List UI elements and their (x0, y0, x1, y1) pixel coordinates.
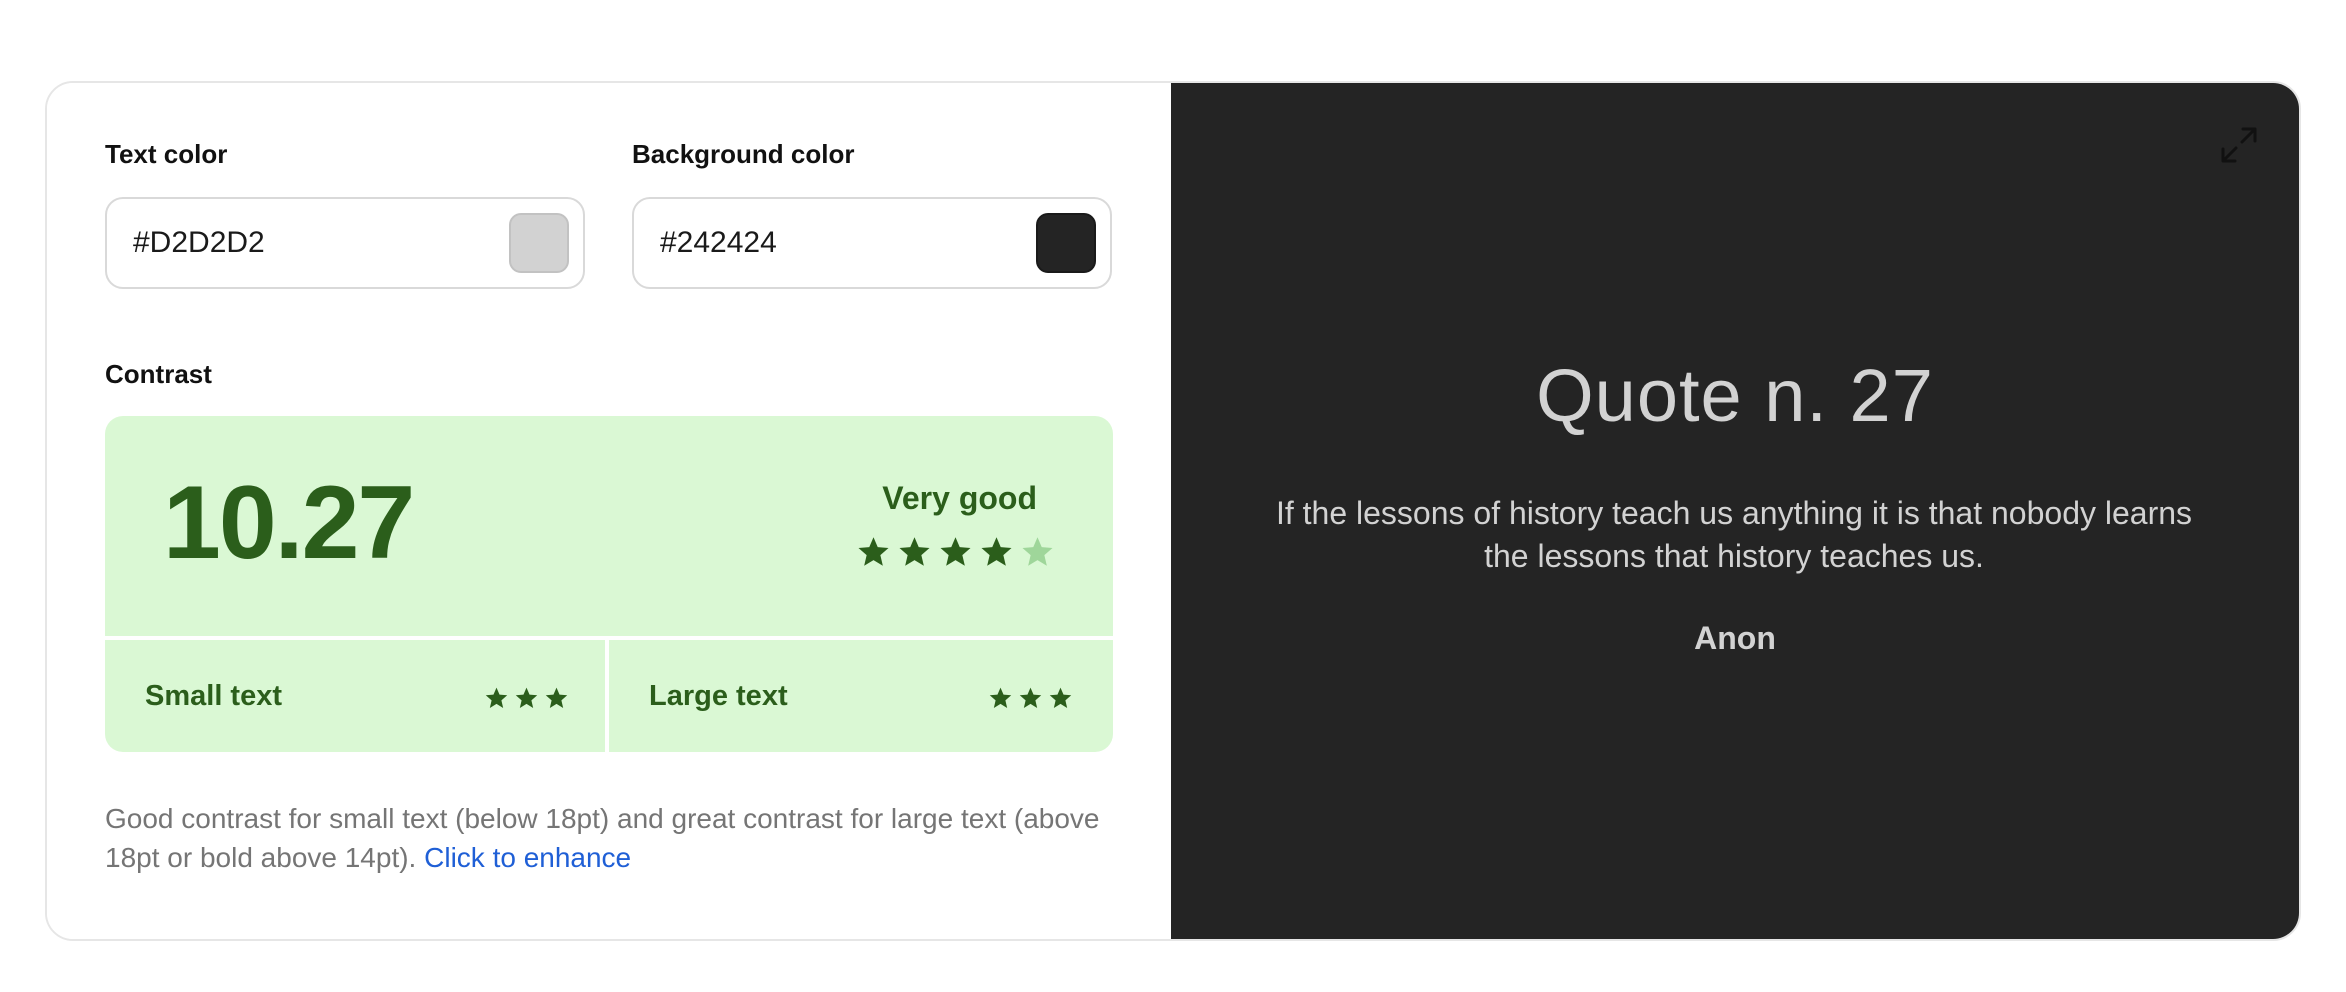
contrast-label: Contrast (105, 359, 212, 389)
text-color-swatch[interactable] (509, 213, 569, 273)
small-text-stars (484, 686, 569, 711)
star-icon-filled (515, 687, 538, 708)
star-icon-filled (545, 687, 568, 708)
large-text-stars (988, 686, 1073, 711)
star-icon-filled (1049, 687, 1072, 708)
star-icon-filled (899, 537, 930, 566)
divider (105, 636, 1113, 640)
divider (605, 640, 609, 752)
preview-panel: Quote n. 27 If the lessons of history te… (1171, 83, 2299, 939)
small-text-label: Small text (145, 680, 282, 712)
star-icon-filled (858, 537, 889, 566)
contrast-rating: Very good (882, 480, 1037, 516)
quote-text: If the lessons of history teach us anyth… (1275, 495, 2193, 574)
contrast-ratio: 10.27 (163, 465, 415, 581)
star-icon-filled (1019, 687, 1042, 708)
text-color-label: Text color (105, 139, 228, 169)
enhance-link[interactable]: Click to enhance (424, 842, 631, 873)
background-color-label: Background color (632, 139, 855, 169)
settings-panel: Text color Background color Contrast 10.… (47, 83, 1171, 939)
star-icon-filled (940, 537, 971, 566)
large-text-label: Large text (649, 680, 788, 712)
quote-title: Quote n. 27 (1536, 354, 1934, 437)
star-icon-filled (485, 687, 508, 708)
contrast-rating-stars (856, 535, 1055, 570)
contrast-checker-card: Text color Background color Contrast 10.… (45, 81, 2301, 941)
text-color-field[interactable] (105, 197, 585, 289)
star-icon-filled (981, 537, 1012, 566)
contrast-description: Good contrast for small text (below 18pt… (105, 799, 1125, 877)
text-color-input[interactable] (133, 226, 473, 260)
background-color-field[interactable] (632, 197, 1112, 289)
star-icon-empty (1022, 537, 1053, 566)
star-icon-filled (989, 687, 1012, 708)
expand-icon[interactable] (2219, 125, 2259, 165)
contrast-result-panel: 10.27 Very good Small text Large text (105, 416, 1113, 752)
quote-author: Anon (1694, 620, 1776, 656)
background-color-input[interactable] (660, 226, 1000, 260)
background-color-swatch[interactable] (1036, 213, 1096, 273)
